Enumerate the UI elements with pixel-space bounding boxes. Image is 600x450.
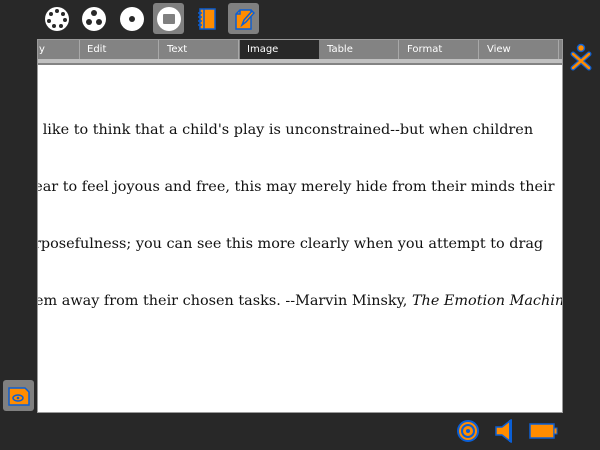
xo-buddy-button[interactable] xyxy=(569,43,593,75)
text-line: em away from their chosen tasks. --Marvi… xyxy=(37,292,563,311)
wireless-network-icon xyxy=(457,420,479,442)
journal-icon xyxy=(197,7,216,30)
activity-icon xyxy=(156,6,181,31)
tab-view[interactable]: View xyxy=(480,40,559,59)
speaker-icon xyxy=(495,418,512,444)
document-canvas[interactable]: We like to think that a child's play is … xyxy=(37,83,563,349)
text-line: rposefulness; you can see this more clea… xyxy=(37,236,544,252)
neighborhood-icon xyxy=(44,6,69,31)
tab-text[interactable]: Text xyxy=(160,40,239,59)
journal-button[interactable] xyxy=(191,3,222,34)
tab-table[interactable]: Table xyxy=(320,40,399,59)
xo-icon xyxy=(570,43,592,71)
tab-image[interactable]: Image xyxy=(240,40,319,59)
neighborhood-view-button[interactable] xyxy=(41,3,72,34)
write-activity-window: y Edit Text Image Table Format View We l… xyxy=(37,39,563,413)
tab-edit[interactable]: Edit xyxy=(80,40,159,59)
tab-activity[interactable]: y xyxy=(38,40,80,59)
volume-button[interactable] xyxy=(493,418,517,447)
network-button[interactable] xyxy=(456,419,480,447)
group-icon xyxy=(81,6,106,31)
write-activity-button[interactable] xyxy=(228,3,259,34)
document-eye-icon xyxy=(7,386,30,406)
toolbar-tabs: y Edit Text Image Table Format View xyxy=(38,40,562,59)
group-view-button[interactable] xyxy=(78,3,109,34)
write-icon xyxy=(234,8,255,30)
activity-view-button[interactable] xyxy=(153,3,184,34)
text-line: pear to feel joyous and free, this may m… xyxy=(37,179,555,195)
home-icon xyxy=(119,6,144,31)
home-view-button[interactable] xyxy=(116,3,147,34)
battery-icon xyxy=(529,423,558,439)
toolbar-separator-dark xyxy=(38,63,562,65)
battery-button[interactable] xyxy=(529,422,559,444)
tab-format[interactable]: Format xyxy=(400,40,479,59)
text-line: We like to think that a child's play is … xyxy=(37,122,534,138)
clipboard-object-button[interactable] xyxy=(3,380,34,411)
book-title: The Emotion Machine xyxy=(411,293,563,309)
text-line-body: em away from their chosen tasks. --Marvi… xyxy=(37,293,412,309)
